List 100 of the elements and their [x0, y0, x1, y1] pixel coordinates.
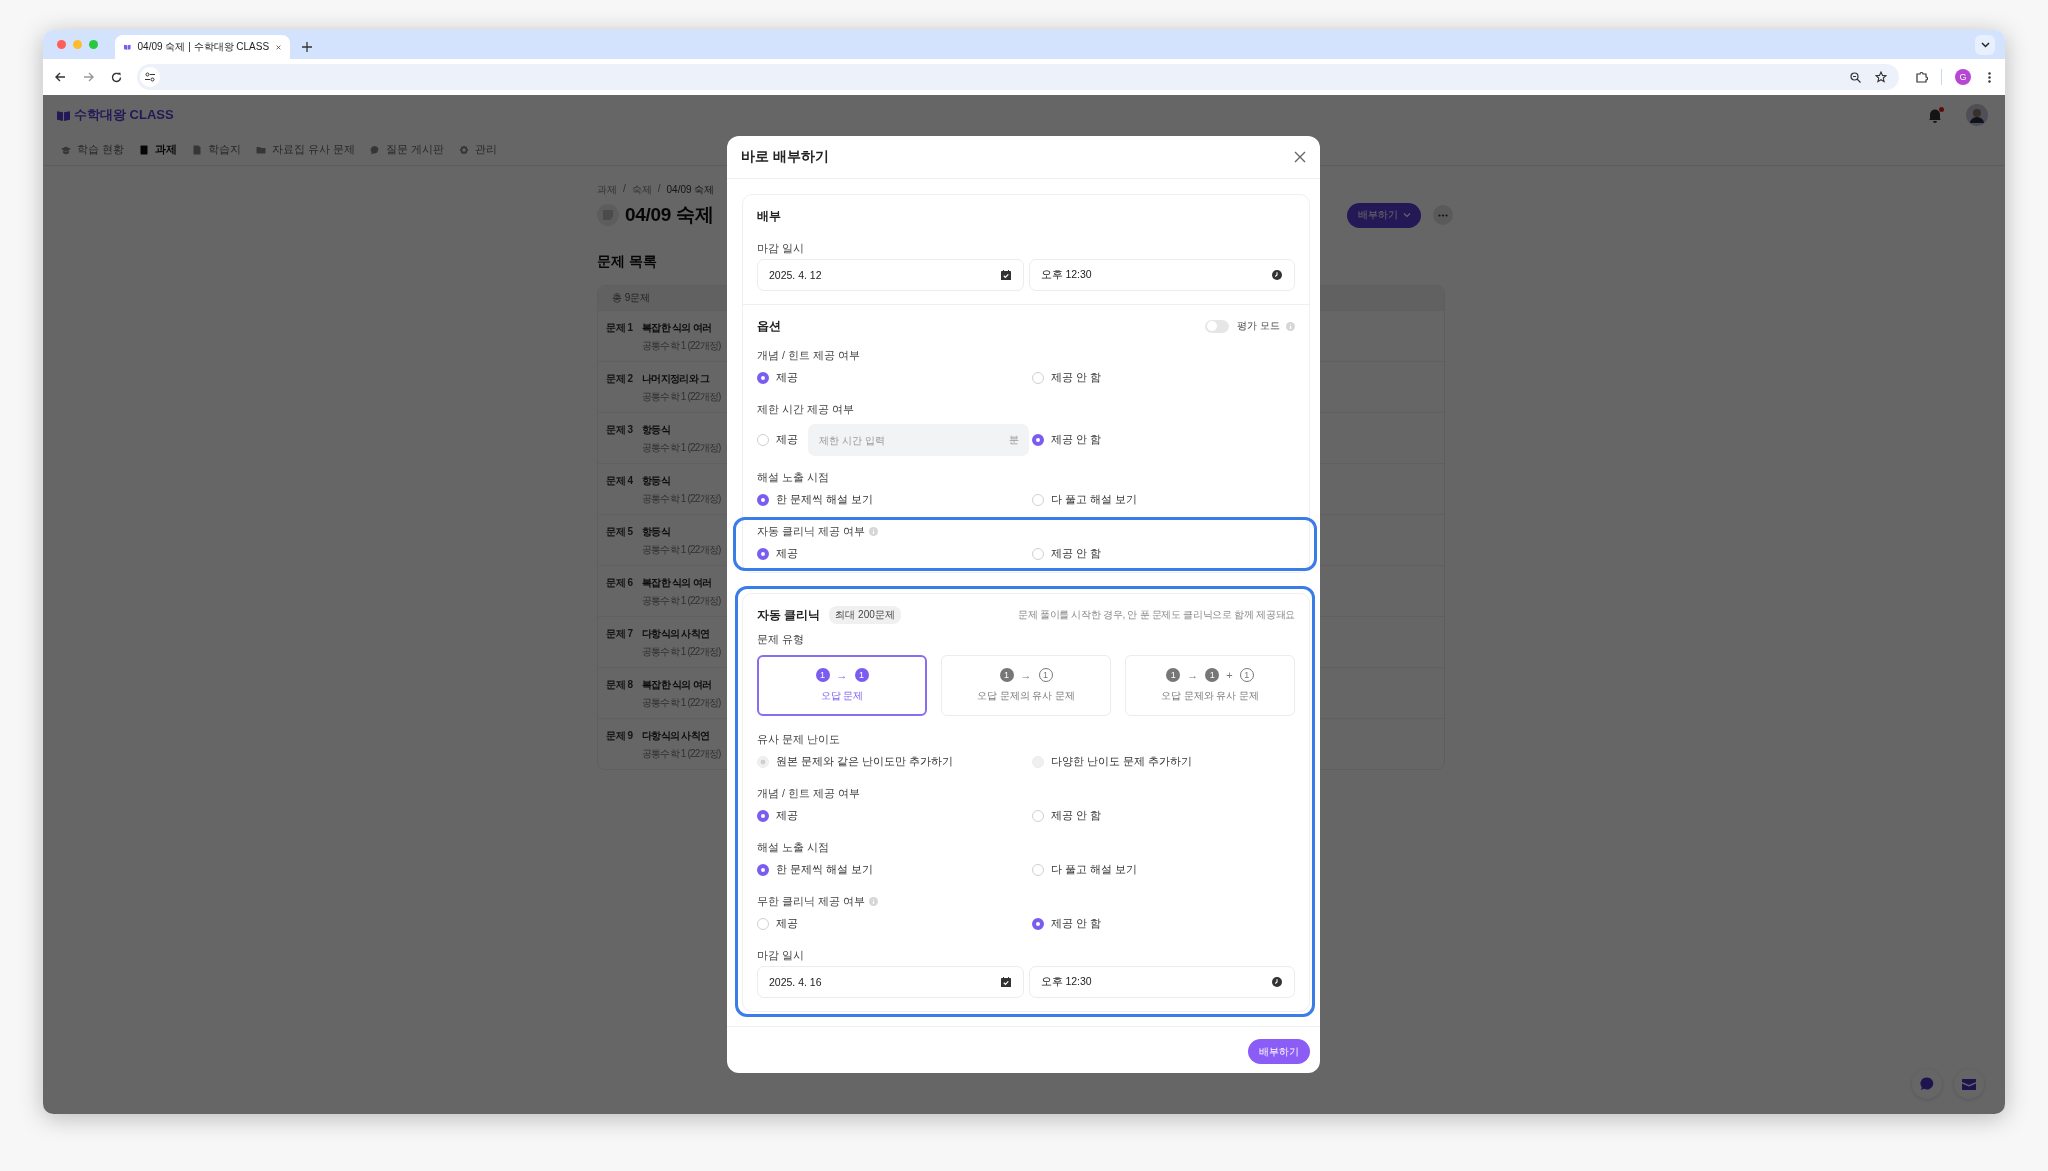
folder-icon	[255, 145, 266, 155]
problem-title[interactable]: 다항식의 사칙연	[642, 729, 721, 743]
help-button[interactable]	[1912, 1069, 1942, 1099]
breadcrumb-link[interactable]: 04/09 숙제	[666, 183, 715, 197]
more-button[interactable]	[1433, 205, 1453, 225]
browser-tab[interactable]: 04/09 숙제 | 수학대왕 CLASS	[115, 35, 290, 59]
radio-button[interactable]	[757, 810, 769, 822]
calendar-icon	[1000, 977, 1011, 987]
time-field[interactable]: 오후 12:30	[1028, 259, 1295, 291]
radio-button[interactable]	[757, 864, 769, 876]
radio-label[interactable]: 제공 안 함	[1051, 547, 1101, 561]
bell-icon[interactable]	[1928, 107, 1942, 123]
mail-button[interactable]	[1954, 1069, 1984, 1099]
field-label: 개념 / 힌트 제공 여부	[757, 348, 860, 362]
document-icon	[138, 145, 149, 155]
book-icon	[124, 42, 131, 52]
number-circle: 1	[999, 668, 1014, 682]
field-label: 해설 노출 시점	[757, 840, 829, 854]
date-field[interactable]: 2025. 4. 12	[757, 259, 1024, 291]
back-icon[interactable]	[55, 72, 66, 82]
problem-title[interactable]: 항등식	[642, 474, 721, 488]
problem-type-option[interactable]: 1 → 1 오답 문제	[757, 655, 927, 716]
mail-icon	[1962, 1078, 1976, 1090]
problem-number: 문제 9	[605, 729, 634, 743]
radio-button[interactable]	[1032, 918, 1044, 930]
dialog-title: 바로 배부하기	[741, 148, 829, 166]
close-icon[interactable]	[1294, 151, 1306, 163]
radio-label[interactable]: 다 풀고 해설 보기	[1051, 493, 1137, 507]
section-heading: 옵션	[757, 318, 781, 334]
radio-button[interactable]	[757, 494, 769, 506]
graduation-cap-icon	[61, 145, 71, 155]
radio-label[interactable]: 제공 안 함	[1051, 371, 1101, 385]
new-tab-icon[interactable]	[302, 42, 312, 52]
close-window-icon[interactable]	[57, 40, 66, 49]
clock-icon	[1272, 977, 1282, 987]
radio-label[interactable]: 제공 안 함	[1051, 917, 1101, 931]
radio-label[interactable]: 다 풀고 해설 보기	[1051, 863, 1137, 877]
number-circle: 1	[815, 668, 830, 682]
maximize-window-icon[interactable]	[89, 40, 98, 49]
problem-title[interactable]: 복잡한 식의 여러	[642, 678, 721, 692]
problem-title[interactable]: 복잡한 식의 여러	[642, 321, 721, 335]
calendar-icon	[1000, 270, 1011, 280]
nav-tab[interactable]: 학습 현황	[61, 143, 124, 157]
distribute-dropdown-button[interactable]: 배부하기	[1347, 202, 1421, 228]
section-heading: 자동 클리닉	[757, 607, 821, 623]
radio-label[interactable]: 한 문제씩 해설 보기	[776, 863, 873, 877]
problem-type-option[interactable]: 1 → 1 오답 문제의 유사 문제	[941, 655, 1111, 716]
distribute-button[interactable]: 배부하기	[1248, 1039, 1310, 1064]
problem-number: 문제 7	[605, 627, 634, 641]
problem-title[interactable]: 복잡한 식의 여러	[642, 576, 721, 590]
tab-list-button[interactable]	[1975, 34, 1995, 55]
radio-label[interactable]: 제공 안 함	[1051, 433, 1101, 447]
problem-number: 문제 3	[605, 423, 634, 437]
type-label: 오답 문제의 유사 문제	[976, 689, 1076, 703]
field-label: 유사 문제 난이도	[757, 732, 840, 746]
sheet-icon	[191, 145, 202, 155]
radio-label[interactable]: 제공	[776, 433, 798, 447]
star-icon[interactable]	[1875, 71, 1887, 83]
problem-title[interactable]: 항등식	[642, 423, 721, 437]
extension-puzzle-icon[interactable]	[1916, 71, 1928, 83]
problem-title[interactable]: 나머지정리와 그	[642, 372, 721, 386]
nav-tab[interactable]: 질문 게시판	[369, 143, 444, 157]
user-avatar[interactable]	[1966, 104, 1988, 126]
more-icon	[1438, 213, 1448, 217]
forward-icon[interactable]	[83, 72, 94, 82]
reload-icon[interactable]	[111, 71, 122, 83]
app-logo[interactable]: 수학대왕 CLASS	[74, 106, 174, 124]
radio-button[interactable]	[1032, 434, 1044, 446]
field-label: 무한 클리닉 제공 여부	[757, 894, 865, 908]
problem-number: 문제 6	[605, 576, 634, 590]
radio-label[interactable]: 제공 안 함	[1051, 809, 1101, 823]
radio-label[interactable]: 제공	[776, 547, 798, 561]
date-field[interactable]: 2025. 4. 16	[757, 966, 1024, 998]
nav-tab[interactable]: 학습지	[191, 143, 241, 157]
nav-tab[interactable]: 과제	[138, 143, 177, 157]
radio-label[interactable]: 제공	[776, 809, 798, 823]
breadcrumb-separator: /	[657, 183, 661, 196]
limit-badge: 최대 200문제	[829, 606, 901, 624]
radio-button[interactable]	[757, 372, 769, 384]
chevron-down-icon	[1980, 41, 1990, 48]
operator-symbol: +	[1226, 669, 1233, 681]
hint-text: 문제 풀이를 시작한 경우, 안 푼 문제도 클리닉으로 함께 제공돼요	[1018, 608, 1295, 622]
radio-label[interactable]: 제공	[776, 917, 798, 931]
problem-type-option[interactable]: 1 → 1 + 1 오답 문제와 유사 문제	[1125, 655, 1295, 716]
problem-title[interactable]: 항등식	[642, 525, 721, 539]
field-label: 해설 노출 시점	[757, 470, 829, 484]
radio-label[interactable]: 제공	[776, 371, 798, 385]
radio-label[interactable]: 한 문제씩 해설 보기	[776, 493, 873, 507]
menu-icon[interactable]	[1988, 71, 1991, 83]
operator-symbol: →	[1187, 669, 1199, 681]
page-title: 04/09 숙제	[625, 203, 714, 227]
problem-title[interactable]: 다항식의 사칙연	[642, 627, 721, 641]
evaluation-mode-toggle[interactable]	[1205, 319, 1230, 333]
radio-button[interactable]	[757, 548, 769, 560]
site-settings-button[interactable]	[140, 67, 160, 87]
time-field[interactable]: 오후 12:30	[1028, 966, 1295, 998]
profile-avatar[interactable]: G	[1955, 69, 1971, 85]
field-label: 개념 / 힌트 제공 여부	[757, 786, 860, 800]
homework-icon	[597, 204, 619, 226]
zoom-out-icon[interactable]	[1850, 71, 1861, 83]
